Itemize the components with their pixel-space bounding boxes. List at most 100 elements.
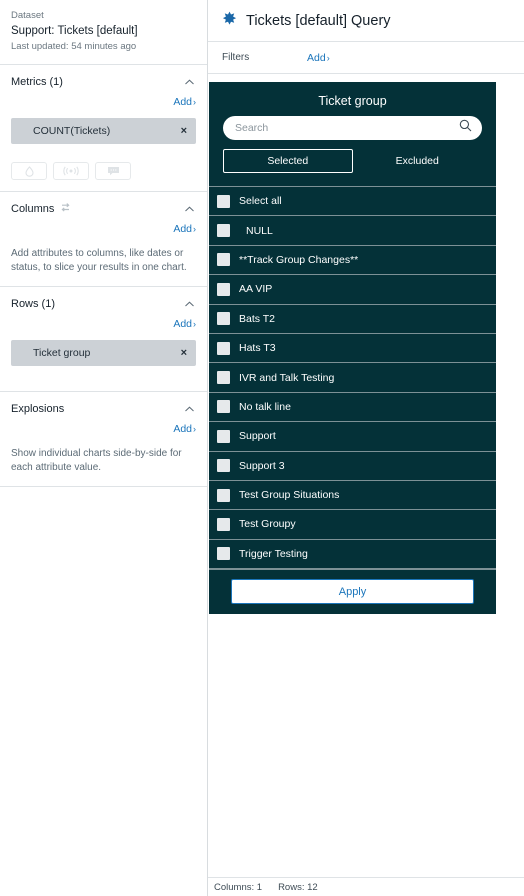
list-item[interactable]: AA VIP	[209, 275, 496, 305]
query-builder-sidebar: Dataset Support: Tickets [default] Last …	[0, 0, 208, 896]
columns-title: Columns	[11, 203, 55, 215]
metrics-title-wrap: Metrics (1)	[11, 76, 63, 88]
sidebar-empty-area	[0, 487, 207, 896]
list-item[interactable]: No talk line	[209, 393, 496, 423]
row-chip-remove-icon[interactable]: ×	[181, 347, 187, 359]
list-item-label: Hats T3	[239, 342, 276, 355]
explosions-helper-text: Show individual charts side-by-side for …	[11, 448, 182, 473]
rows-add-link[interactable]: Add›	[173, 318, 196, 332]
filter-search-box[interactable]	[223, 116, 482, 140]
checkbox-unchecked-icon[interactable]	[217, 282, 230, 296]
list-item[interactable]: NULL	[209, 216, 496, 246]
list-item-select-all[interactable]: Select all	[209, 187, 496, 217]
app-root: Dataset Support: Tickets [default] Last …	[0, 0, 524, 896]
broadcast-icon	[63, 166, 79, 176]
rows-add-label: Add	[173, 318, 192, 330]
metrics-header: Metrics (1)	[11, 74, 196, 90]
metrics-add-label: Add	[173, 96, 192, 108]
columns-title-wrap: Columns	[11, 200, 71, 218]
apply-button[interactable]: Apply	[231, 579, 474, 605]
swap-rows-columns-icon[interactable]	[60, 200, 71, 218]
rows-title-wrap: Rows (1)	[11, 298, 55, 310]
rows-add-row: Add›	[11, 318, 196, 332]
ticket-group-filter-popover: Ticket group Selected Excluded	[209, 82, 496, 615]
star-burst-icon	[222, 11, 237, 31]
chevron-up-icon-rows[interactable]	[182, 297, 196, 311]
checkbox-unchecked-icon[interactable]	[217, 429, 230, 443]
explosions-header: Explosions	[11, 401, 196, 417]
metrics-title: Metrics (1)	[11, 76, 63, 88]
explosions-add-row: Add›	[11, 423, 196, 437]
filters-add-label: Add	[307, 51, 326, 64]
chevron-right-icon-explosions: ›	[193, 424, 196, 434]
section-explosions: Explosions Add› Show individual charts s…	[0, 392, 207, 487]
list-item[interactable]: Support 3	[209, 452, 496, 481]
chevron-right-icon-metrics: ›	[193, 97, 196, 107]
tab-selected[interactable]: Selected	[223, 149, 353, 173]
checkbox-unchecked-icon[interactable]	[217, 224, 230, 238]
explosions-add-link[interactable]: Add›	[173, 423, 196, 437]
search-icon[interactable]	[459, 119, 472, 137]
rows-title: Rows (1)	[11, 298, 56, 310]
checkbox-unchecked-icon[interactable]	[217, 517, 230, 531]
chevron-up-icon-explosions[interactable]	[182, 402, 196, 416]
query-main-panel: Tickets [default] Query Filters Add› Tic…	[208, 0, 524, 896]
query-header: Tickets [default] Query	[208, 0, 524, 42]
chevron-up-icon-columns[interactable]	[182, 202, 196, 216]
columns-add-link[interactable]: Add›	[173, 223, 196, 237]
checkbox-unchecked-icon[interactable]	[217, 459, 230, 473]
chat-bubble-icon-button[interactable]	[95, 162, 131, 180]
droplet-icon-button[interactable]	[11, 162, 47, 180]
columns-header: Columns	[11, 201, 196, 217]
tab-excluded[interactable]: Excluded	[353, 149, 483, 173]
chevron-up-icon-metrics[interactable]	[182, 75, 196, 89]
checkbox-unchecked-icon[interactable]	[217, 341, 230, 355]
filter-popover-title: Ticket group	[318, 94, 387, 108]
broadcast-icon-button[interactable]	[53, 162, 89, 180]
checkbox-unchecked-icon[interactable]	[217, 312, 230, 326]
checkbox-unchecked-icon[interactable]	[217, 547, 230, 561]
row-chip-ticket-group[interactable]: Ticket group ×	[11, 340, 196, 366]
list-item[interactable]: Test Group Situations	[209, 481, 496, 511]
checkbox-unchecked-icon[interactable]	[217, 253, 230, 267]
explosions-add-label: Add	[173, 423, 192, 435]
section-rows: Rows (1) Add› Ticket group ×	[0, 287, 207, 392]
explosions-title-wrap: Explosions	[11, 403, 64, 415]
checkbox-unchecked-icon[interactable]	[217, 371, 230, 385]
checkbox-unchecked-icon[interactable]	[217, 488, 230, 502]
list-item-label: Test Group Situations	[239, 489, 340, 502]
list-item-label: **Track Group Changes**	[239, 253, 359, 266]
list-item[interactable]: Hats T3	[209, 334, 496, 364]
droplet-icon	[24, 165, 34, 177]
metric-chip-count-tickets[interactable]: COUNT(Tickets) ×	[11, 118, 196, 144]
filter-search-input[interactable]	[235, 122, 459, 134]
metric-chip-label: COUNT(Tickets)	[33, 125, 111, 137]
filter-mode-tabs: Selected Excluded	[223, 149, 482, 173]
dataset-block[interactable]: Dataset Support: Tickets [default] Last …	[0, 0, 207, 65]
dataset-label: Dataset	[11, 10, 44, 21]
metrics-add-link[interactable]: Add›	[173, 96, 196, 110]
checkbox-unchecked-icon[interactable]	[217, 400, 230, 414]
rows-header: Rows (1)	[11, 296, 196, 312]
list-item[interactable]: Trigger Testing	[209, 540, 496, 570]
list-item[interactable]: Support	[209, 422, 496, 452]
list-item[interactable]: Test Groupy	[209, 510, 496, 540]
section-columns: Columns Add› Add attributes to columns, …	[0, 192, 207, 287]
explosions-title: Explosions	[11, 403, 65, 415]
status-bar: Columns: 1 Rows: 12	[208, 877, 524, 896]
checkbox-unchecked-icon[interactable]	[217, 194, 230, 208]
metric-icon-button-row	[11, 162, 196, 180]
row-chip-label: Ticket group	[33, 347, 91, 359]
dataset-last-updated: Last updated: 54 minutes ago	[11, 41, 137, 52]
columns-add-row: Add›	[11, 223, 196, 237]
list-item-label: Support	[239, 430, 276, 443]
chevron-right-icon-columns: ›	[193, 224, 196, 234]
list-item[interactable]: Bats T2	[209, 305, 496, 334]
list-item-label: No talk line	[239, 400, 291, 413]
list-item[interactable]: **Track Group Changes**	[209, 246, 496, 276]
filters-add-link[interactable]: Add›	[307, 52, 330, 64]
filter-popover-footer: Apply	[209, 569, 496, 615]
metric-chip-remove-icon[interactable]: ×	[181, 125, 187, 137]
chevron-right-icon-filters: ›	[326, 52, 330, 63]
list-item[interactable]: IVR and Talk Testing	[209, 363, 496, 393]
